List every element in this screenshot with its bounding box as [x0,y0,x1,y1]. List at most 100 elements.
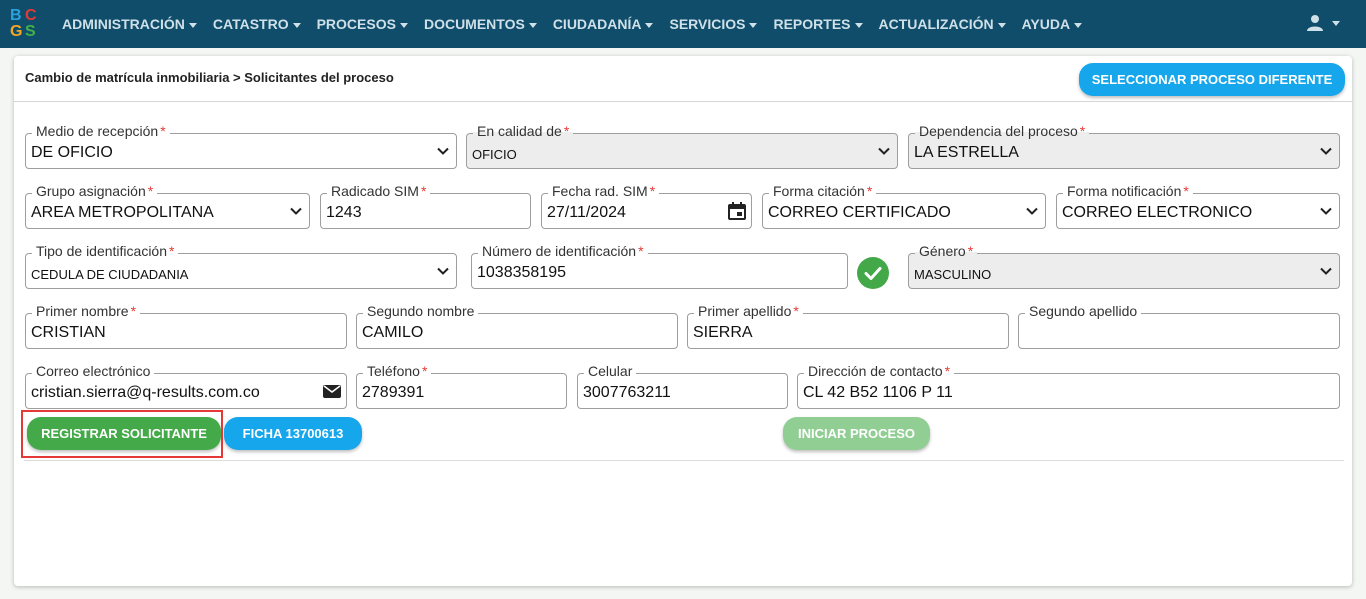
menu-label: ACTUALIZACIÓN [878,16,994,32]
menu-catastro[interactable]: CATASTRO [205,16,309,32]
segundo-nombre-input[interactable]: Segundo nombre CAMILO [356,303,678,349]
field-value: 1243 [326,204,362,221]
select-different-process-button[interactable]: SELECCIONAR PROCESO DIFERENTE [1079,63,1345,96]
menu-ciudadania[interactable]: CIUDADANÍA [545,16,662,32]
field-label: Forma citación * [769,183,877,199]
field-value: CEDULA DE CIUDADANIA [31,267,189,282]
menu-actualizacion[interactable]: ACTUALIZACIÓN [871,16,1014,32]
numero-identificacion-input[interactable]: Número de identificación * 1038358195 [471,243,848,289]
chevron-down-icon [1026,207,1038,215]
iniciar-proceso-button[interactable]: INICIAR PROCESO [783,417,930,450]
menu-administracion[interactable]: ADMINISTRACIÓN [54,16,205,32]
primer-apellido-input[interactable]: Primer apellido * SIERRA [687,303,1009,349]
dependencia-select[interactable]: Dependencia del proceso * LA ESTRELLA [908,123,1340,169]
en-calidad-de-select[interactable]: En calidad de * OFICIO [466,123,898,169]
field-label: Radicado SIM * [327,183,431,199]
field-label: Teléfono * [363,363,432,379]
chevron-down-icon [1320,267,1332,275]
field-label: Dirección de contacto * [804,363,955,379]
user-icon [1307,15,1323,31]
caret-down-icon [645,22,654,28]
field-label: Correo electrónico [32,363,155,379]
menu-label: REPORTES [773,16,851,32]
field-value: 3007763211 [583,384,671,401]
field-label: Primer nombre * [32,303,141,319]
field-value: 1038358195 [477,264,566,281]
section-divider [24,460,1344,461]
field-label: Tipo de identificación * [32,243,179,259]
field-label: Género * [915,243,978,259]
chevron-down-icon [1320,207,1332,215]
chevron-down-icon [290,207,302,215]
field-value: CORREO CERTIFICADO [768,204,951,221]
ficha-button[interactable]: FICHA 13700613 [224,417,362,450]
field-value: LA ESTRELLA [914,144,1019,161]
segundo-apellido-input[interactable]: Segundo apellido [1018,303,1340,349]
caret-down-icon [292,22,301,28]
caret-down-icon [188,22,197,28]
chevron-down-icon [1320,147,1332,155]
menu-label: CATASTRO [212,16,289,32]
field-label: Primer apellido * [694,303,803,319]
menu-label: SERVICIOS [669,16,746,32]
telefono-input[interactable]: Teléfono * 2789391 [356,363,567,409]
primer-nombre-input[interactable]: Primer nombre * CRISTIAN [25,303,347,349]
caret-down-icon [528,22,537,28]
field-value: 27/11/2024 [547,204,626,221]
field-value: 2789391 [362,384,425,401]
forma-citacion-select[interactable]: Forma citación * CORREO CERTIFICADO [762,183,1046,229]
field-value: cristian.sierra@q-results.com.co [31,384,260,401]
field-label: Número de identificación * [478,243,648,259]
fecha-rad-sim-input[interactable]: Fecha rad. SIM * 27/11/2024 [541,183,752,229]
envelope-icon [323,385,341,398]
menu-ayuda[interactable]: AYUDA [1014,16,1091,32]
grupo-asignacion-select[interactable]: Grupo asignación * AREA METROPOLITANA [25,183,310,229]
field-value: CRISTIAN [31,324,106,341]
radicado-sim-input[interactable]: Radicado SIM * 1243 [320,183,531,229]
menu-reportes[interactable]: REPORTES [765,16,870,32]
caret-down-icon [854,22,863,28]
forma-notificacion-select[interactable]: Forma notificación * CORREO ELECTRONICO [1056,183,1340,229]
user-menu[interactable] [1306,14,1340,32]
app-logo[interactable]: B C G S [8,6,42,42]
field-value: SIERRA [693,324,753,341]
field-value: MASCULINO [914,267,992,282]
field-label: Segundo apellido [1025,303,1142,319]
direccion-contacto-input[interactable]: Dirección de contacto * CL 42 B52 1106 P … [797,363,1340,409]
chevron-down-icon [437,267,449,275]
logo-letter-b: B [10,7,22,24]
calendar-icon[interactable] [727,201,747,221]
field-label: Grupo asignación * [32,183,158,199]
field-value: OFICIO [472,147,517,162]
menu-procesos[interactable]: PROCESOS [309,16,416,32]
field-value: CAMILO [362,324,424,341]
menu-label: DOCUMENTOS [423,16,525,32]
correo-electronico-input[interactable]: Correo electrónico cristian.sierra@q-res… [25,363,347,409]
celular-input[interactable]: Celular 3007763211 [577,363,788,409]
caret-down-icon [997,22,1006,28]
medio-recepcion-select[interactable]: Medio de recepción * DE OFICIO [25,123,457,169]
menu-documentos[interactable]: DOCUMENTOS [416,16,545,32]
field-label: En calidad de * [473,123,574,139]
field-label: Forma notificación * [1063,183,1193,199]
field-value: AREA METROPOLITANA [31,204,214,221]
field-label: Segundo nombre [363,303,479,319]
main-menu: ADMINISTRACIÓN CATASTRO PROCESOS DOCUMEN… [54,0,1090,48]
genero-select[interactable]: Género * MASCULINO [908,243,1340,289]
field-value: CL 42 B52 1106 P 11 [803,384,953,401]
field-label: Dependencia del proceso * [915,123,1090,139]
menu-label: ADMINISTRACIÓN [62,16,185,32]
logo-letter-g: G [10,23,23,40]
menu-label: AYUDA [1021,16,1071,32]
verified-check-icon [857,257,889,289]
field-label: Medio de recepción * [32,123,170,139]
highlight-box [21,410,223,458]
caret-down-icon [1074,22,1083,28]
tipo-identificacion-select[interactable]: Tipo de identificación * CEDULA DE CIUDAD… [25,243,457,289]
solicitantes-card: Cambio de matrícula inmobiliaria > Solic… [14,56,1352,586]
logo-letter-c: C [25,7,37,24]
logo-letter-s: S [25,23,36,40]
menu-label: PROCESOS [316,16,396,32]
menu-servicios[interactable]: SERVICIOS [661,16,765,32]
field-value: DE OFICIO [31,144,113,161]
